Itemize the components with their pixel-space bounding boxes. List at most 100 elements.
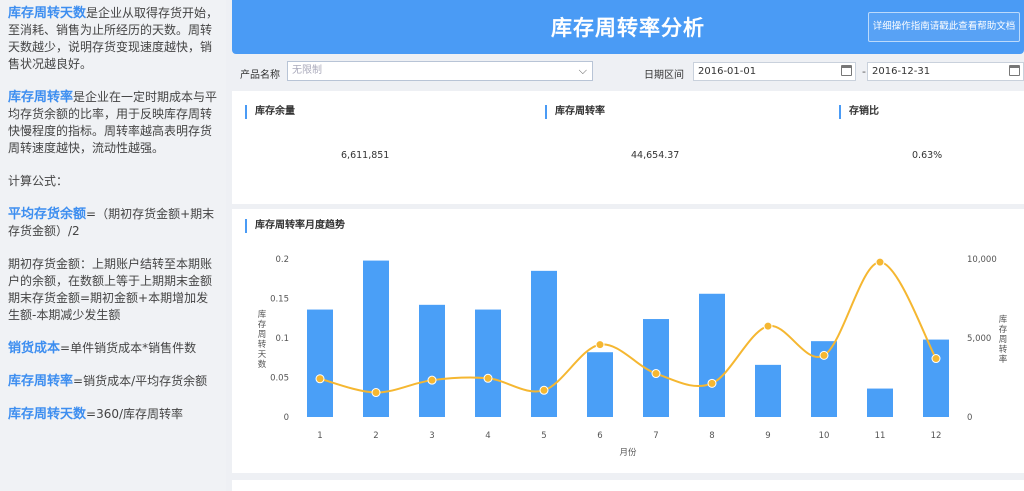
- kpi-turnover-rate: 库存周转率 44,654.37: [545, 103, 839, 203]
- product-select[interactable]: 无限制 ⌵: [287, 61, 593, 81]
- date-range-label: 日期区间: [644, 70, 684, 81]
- cogs-formula: 销货成本=单件销货成本*销售件数: [8, 340, 220, 357]
- kpi-inventory-balance: 库存余量 6,611,851: [245, 103, 545, 203]
- opening-inventory-note: 期初存货金额：上期账户结转至本期账户的余额，在数额上等于上期期末金额: [8, 257, 213, 288]
- turnover-rate-term: 库存周转率: [8, 90, 74, 105]
- y-axis-label: 转: [258, 339, 267, 350]
- line-point: [539, 385, 549, 395]
- line-point: [763, 321, 773, 331]
- x-tick-label: 12: [931, 431, 942, 441]
- y2-tick-label: 5,000: [967, 334, 991, 344]
- bar: [867, 388, 893, 417]
- x-tick-label: 4: [485, 431, 490, 441]
- y2-tick-label: 10,000: [967, 255, 997, 265]
- bar: [475, 309, 501, 417]
- next-panel: [232, 480, 1024, 491]
- y-tick-label: 0.15: [270, 295, 289, 305]
- x-tick-label: 8: [709, 431, 714, 441]
- y-axis-label: 存: [258, 319, 267, 330]
- end-date-input[interactable]: 2016-12-31: [867, 62, 1024, 81]
- turnover-days-definition: 库存周转天数是企业从取得存货开始，至消耗、销售为止所经历的天数。周转天数越少，说…: [8, 5, 220, 73]
- y2-axis-label: 率: [999, 354, 1008, 365]
- turnover-days-term: 库存周转天数: [8, 6, 87, 21]
- y-tick-label: 0.2: [275, 255, 289, 265]
- header-banner: 库存周转率分析 详细操作指南请戳此查看帮助文档: [232, 0, 1024, 54]
- bar: [755, 364, 781, 417]
- kpi-label: 库存周转率: [545, 105, 605, 119]
- cogs-text: =单件销货成本*销售件数: [60, 341, 197, 355]
- bar: [587, 352, 613, 417]
- avg-inventory-term: 平均存货余额: [8, 207, 87, 222]
- line-point: [875, 257, 885, 267]
- x-axis-label: 月份: [619, 447, 637, 458]
- x-tick-label: 6: [597, 431, 602, 441]
- y-tick-label: 0: [284, 413, 289, 423]
- line-point: [707, 378, 717, 388]
- line-point: [931, 354, 941, 364]
- days-term: 库存周转天数: [8, 407, 87, 422]
- turnover-trend-chart: 00.050.10.150.205,00010,0001 2 3 4 5 6 7 8 9 10 11…: [258, 255, 1008, 458]
- line-point: [371, 388, 381, 398]
- calendar-icon[interactable]: [1009, 65, 1020, 76]
- kpi-value: 6,611,851: [341, 150, 390, 161]
- x-tick-label: 11: [875, 431, 886, 441]
- kpi-label: 存销比: [839, 105, 879, 119]
- kpi-stock-sales-ratio: 存销比 0.63%: [839, 103, 1019, 203]
- days-formula: 库存周转天数=360/库存周转率: [8, 406, 220, 423]
- calendar-icon[interactable]: [841, 65, 852, 76]
- days-text: =360/库存周转率: [86, 407, 184, 421]
- end-date-value: 2016-12-31: [872, 66, 931, 77]
- x-tick-label: 10: [819, 431, 830, 441]
- monthly-trend-panel: 库存周转率月度趋势 0 0.05 0.1 0.15 0.2 0 5,000 10,000 1 2 3…: [232, 209, 1024, 473]
- help-doc-button[interactable]: 详细操作指南请戳此查看帮助文档: [868, 12, 1020, 42]
- line-point: [595, 340, 605, 350]
- date-separator: -: [862, 65, 866, 78]
- product-filter-label: 产品名称: [240, 70, 280, 81]
- chevron-down-icon[interactable]: ⌵: [579, 62, 587, 80]
- x-tick-label: 5: [541, 431, 546, 441]
- y2-axis-label: 库: [999, 314, 1008, 325]
- bar: [307, 309, 333, 417]
- y2-tick-label: 0: [967, 413, 972, 423]
- y-axis-label: 周: [258, 330, 267, 340]
- y-tick-label: 0.05: [270, 374, 289, 384]
- y-axis-label: 天: [258, 350, 267, 360]
- bar: [531, 270, 557, 417]
- formula-sidebar: 库存周转天数是企业从取得存货开始，至消耗、销售为止所经历的天数。周转天数越少，说…: [0, 0, 226, 491]
- x-tick-label: 1: [317, 431, 322, 441]
- start-date-value: 2016-01-01: [698, 66, 757, 77]
- avg-inventory-formula: 平均存货余额=（期初存货金额+期末存货金额）/2: [8, 206, 220, 240]
- y2-axis-label: 存: [999, 324, 1008, 335]
- x-tick-label: 9: [765, 431, 770, 441]
- kpi-value: 44,654.37: [631, 150, 680, 161]
- start-date-input[interactable]: 2016-01-01: [693, 62, 856, 81]
- line-point: [315, 374, 325, 384]
- rate-formula: 库存周转率=销货成本/平均存货余额: [8, 373, 220, 390]
- kpi-label: 库存余量: [245, 105, 295, 119]
- filter-bar: 产品名称 无限制 ⌵ 日期区间 2016-01-01 - 2016-12-31: [232, 58, 1024, 86]
- rate-text: =销货成本/平均存货余额: [73, 374, 208, 388]
- kpi-value: 0.63%: [912, 150, 943, 161]
- x-tick-label: 3: [429, 431, 434, 441]
- y2-axis-label: 转: [999, 344, 1008, 355]
- line-point: [483, 373, 493, 383]
- formula-heading: 计算公式：: [8, 174, 69, 188]
- bar: [419, 304, 445, 417]
- turnover-rate-definition: 库存周转率是企业在一定时期成本与平均存货余额的比率，用于反映库存周转快慢程度的指…: [8, 89, 220, 157]
- cogs-term: 销货成本: [8, 341, 61, 356]
- line-point: [819, 350, 829, 360]
- line-point: [651, 369, 661, 379]
- kpi-panel: 库存余量 6,611,851 库存周转率 44,654.37 存销比 0.63%: [232, 91, 1024, 204]
- y2-axis-label: 周: [999, 335, 1008, 345]
- x-tick-label: 2: [373, 431, 378, 441]
- rate-term: 库存周转率: [8, 374, 74, 389]
- bar: [699, 293, 725, 417]
- bar: [923, 339, 949, 417]
- product-select-value: 无限制: [292, 65, 322, 76]
- y-axis-label: 库: [258, 309, 267, 320]
- y-tick-label: 0.1: [275, 334, 289, 344]
- closing-inventory-note: 期末存货金额=期初金额+本期增加发生额-本期减少发生额: [8, 291, 209, 322]
- x-tick-label: 7: [653, 431, 658, 441]
- line-series: [319, 261, 937, 394]
- y-axis-label: 数: [258, 359, 267, 370]
